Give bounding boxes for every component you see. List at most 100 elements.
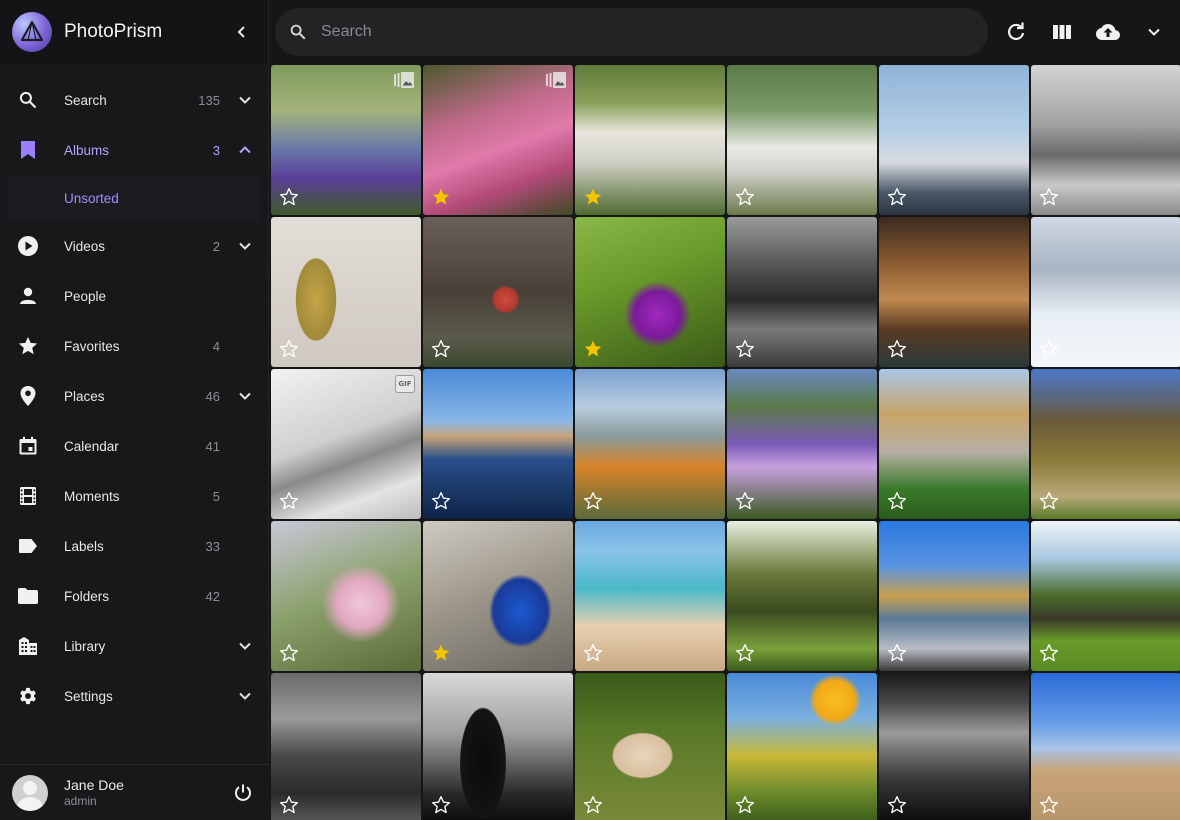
search-input[interactable] [321,23,961,41]
star-outline-icon[interactable] [1039,187,1059,207]
photo-tile[interactable] [1031,673,1180,820]
star-outline-icon[interactable] [1039,643,1059,663]
favorite-star-icon[interactable] [431,187,451,207]
star-outline-icon[interactable] [279,187,299,207]
photo-tile[interactable] [727,217,877,367]
photo-tile[interactable] [423,217,573,367]
star-outline-icon[interactable] [735,187,755,207]
nav-subitem-unsorted[interactable]: Unsorted [8,175,260,221]
photo-tile[interactable] [575,369,725,519]
photo-tile[interactable] [727,521,877,671]
photo-tile[interactable] [423,65,573,215]
photo-tile[interactable] [727,65,877,215]
nav-label: Folders [64,588,110,604]
photo-tile[interactable] [727,369,877,519]
star-outline-icon[interactable] [735,795,755,815]
star-outline-icon[interactable] [1039,339,1059,359]
star-outline-icon[interactable] [887,491,907,511]
favorite-star-icon[interactable] [583,187,603,207]
star-outline-icon[interactable] [431,339,451,359]
photo-tile[interactable] [575,65,725,215]
photo-tile[interactable] [1031,65,1180,215]
nav-item-calendar[interactable]: Calendar 41 [0,421,268,471]
star-outline-icon[interactable] [279,795,299,815]
chevron-up-icon[interactable] [220,138,252,162]
nav-label: Library [64,638,106,654]
photo-tile[interactable] [423,521,573,671]
sidebar: PhotoPrism Search 135 Albums 3 Unsorted … [0,0,269,820]
logout-button[interactable] [229,779,257,807]
photo-tile[interactable] [1031,369,1180,519]
photo-tile[interactable] [575,217,725,367]
nav-item-places[interactable]: Places 46 [0,371,268,421]
photo-tile[interactable] [423,369,573,519]
nav-item-folders[interactable]: Folders 42 [0,571,268,621]
photo-tile[interactable] [879,217,1029,367]
collapse-sidebar-button[interactable] [228,18,256,46]
nav-item-moments[interactable]: Moments 5 [0,471,268,521]
chevron-down-icon[interactable] [220,234,252,258]
favorite-star-icon[interactable] [431,643,451,663]
photo-tile[interactable] [271,521,421,671]
star-outline-icon[interactable] [887,187,907,207]
chevron-down-icon[interactable] [220,384,252,408]
calendar-icon [16,434,40,458]
favorite-star-icon[interactable] [583,339,603,359]
star-outline-icon[interactable] [735,491,755,511]
nav-count: 46 [205,388,220,404]
nav-item-library[interactable]: Library [0,621,268,671]
star-outline-icon[interactable] [887,643,907,663]
photo-tile[interactable] [727,673,877,820]
photo-tile[interactable] [271,217,421,367]
chevron-down-icon[interactable] [220,88,252,112]
star-outline-icon[interactable] [583,795,603,815]
star-outline-icon[interactable] [735,339,755,359]
photo-tile[interactable] [423,673,573,820]
star-outline-icon[interactable] [431,795,451,815]
star-outline-icon[interactable] [279,643,299,663]
photo-tile[interactable] [1031,217,1180,367]
gear-icon [16,684,40,708]
chevron-down-icon[interactable] [220,684,252,708]
photo-tile[interactable] [271,673,421,820]
photo-tile[interactable] [879,521,1029,671]
photo-tile[interactable] [575,521,725,671]
star-outline-icon[interactable] [279,339,299,359]
stack-icon [393,71,415,94]
photo-tile[interactable]: GIF [271,369,421,519]
star-outline-icon[interactable] [735,643,755,663]
nav-item-settings[interactable]: Settings [0,671,268,721]
photo-tile[interactable] [575,673,725,820]
photo-tile[interactable] [1031,521,1180,671]
star-outline-icon[interactable] [1039,491,1059,511]
nav-item-videos[interactable]: Videos 2 [0,221,268,271]
photo-tile[interactable] [879,369,1029,519]
star-outline-icon[interactable] [583,491,603,511]
nav-label: Favorites [64,338,120,354]
nav-label: Calendar [64,438,119,454]
star-outline-icon[interactable] [1039,795,1059,815]
search-bar[interactable] [275,8,988,56]
nav-item-search[interactable]: Search 135 [0,75,268,125]
star-outline-icon[interactable] [279,491,299,511]
refresh-button[interactable] [993,9,1039,55]
photo-tile[interactable] [879,673,1029,820]
star-outline-icon[interactable] [583,643,603,663]
user-info: Jane Doe admin [64,777,229,808]
film-icon [16,484,40,508]
star-outline-icon[interactable] [887,339,907,359]
photoprism-logo-icon[interactable] [12,12,52,52]
star-outline-icon[interactable] [431,491,451,511]
nav-item-albums[interactable]: Albums 3 [0,125,268,175]
nav-item-people[interactable]: People [0,271,268,321]
avatar[interactable] [12,774,48,811]
photo-tile[interactable] [271,65,421,215]
nav-item-favorites[interactable]: Favorites 4 [0,321,268,371]
star-outline-icon[interactable] [887,795,907,815]
more-menu-button[interactable] [1131,9,1177,55]
view-mode-button[interactable] [1039,9,1085,55]
nav-item-labels[interactable]: Labels 33 [0,521,268,571]
photo-tile[interactable] [879,65,1029,215]
upload-button[interactable] [1085,9,1131,55]
chevron-down-icon[interactable] [220,634,252,658]
